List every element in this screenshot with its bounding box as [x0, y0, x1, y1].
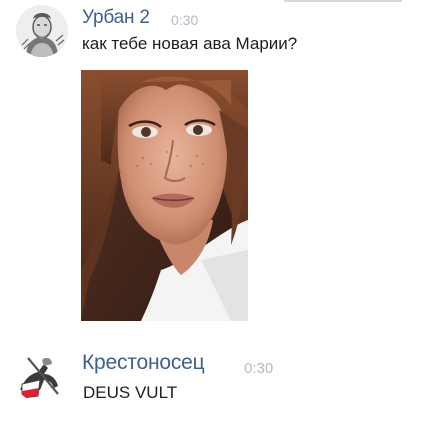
- avatar-urban[interactable]: [16, 5, 68, 57]
- message-text: как тебе новая ава Марии?: [82, 34, 298, 53]
- pope-portrait-avatar-icon: [16, 5, 68, 57]
- top-divider: [0, 0, 428, 3]
- message-timestamp: 0:30: [244, 360, 274, 377]
- message-text: DEUS VULT: [83, 383, 178, 402]
- crusader-knight-avatar-icon: [14, 350, 66, 402]
- avatar-crusader[interactable]: [14, 350, 66, 402]
- message-timestamp: 0:30: [171, 12, 199, 28]
- portrait-photo: [81, 70, 248, 321]
- message-author[interactable]: Урбан 2: [82, 7, 150, 29]
- message-author[interactable]: Крестоносец: [82, 351, 205, 375]
- message-photo-attachment[interactable]: [81, 70, 248, 321]
- divider-line: [284, 0, 402, 2]
